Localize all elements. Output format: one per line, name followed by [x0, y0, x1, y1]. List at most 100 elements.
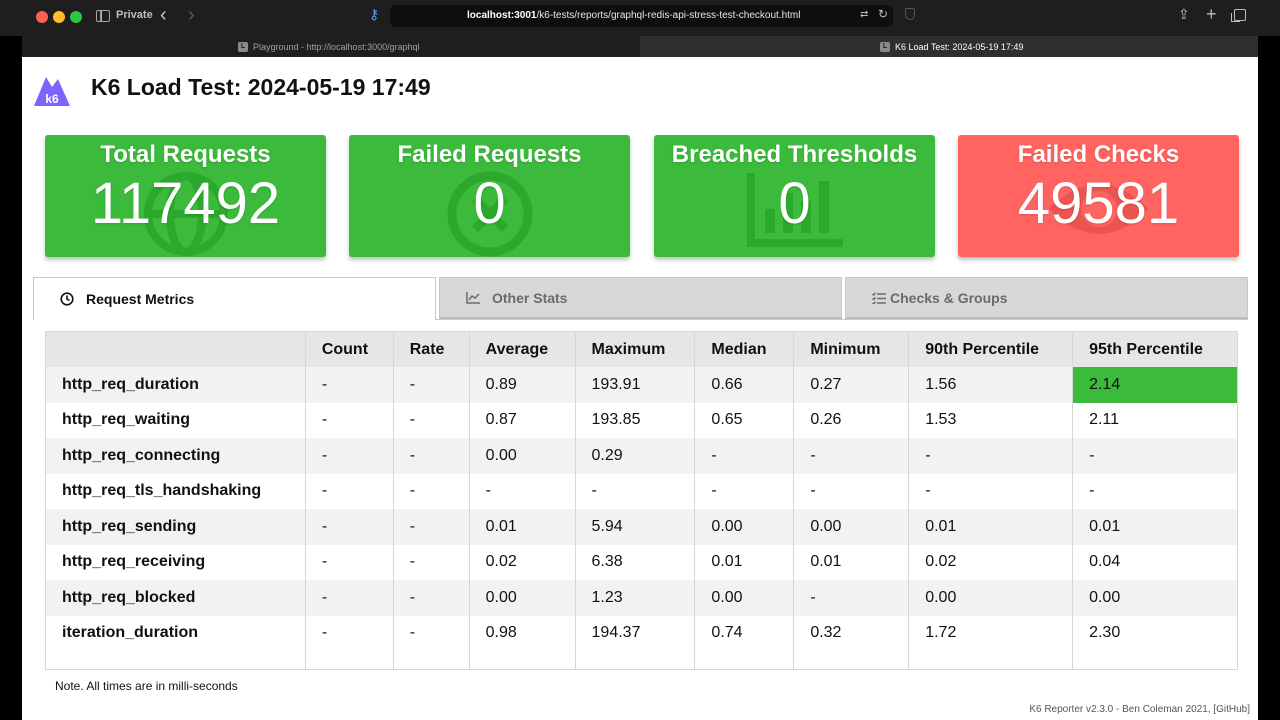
browser-tab-title: K6 Load Test: 2024-05-19 17:49	[895, 41, 1024, 52]
metric-value-cell: 0.02	[908, 544, 1074, 580]
tab-label: Request Metrics	[86, 291, 195, 307]
table-spacer-row	[45, 651, 1238, 670]
svg-text:k6: k6	[45, 92, 59, 106]
metric-value-cell: -	[305, 544, 394, 580]
metric-name-cell: http_req_receiving	[45, 544, 306, 580]
page-title: K6 Load Test: 2024-05-19 17:49	[91, 74, 431, 100]
reporter-footer[interactable]: K6 Reporter v2.3.0 - Ben Coleman 2021, […	[1029, 704, 1250, 715]
favicon-icon: L	[238, 41, 248, 52]
metric-value-cell: -	[305, 580, 394, 616]
spacer-cell	[575, 651, 696, 670]
spacer-cell	[793, 651, 910, 670]
table-row: http_req_waiting - -0.87 193.85 0.65 0.26 1.53…	[45, 402, 1238, 438]
column-header[interactable]	[45, 331, 306, 367]
minimize-window-button[interactable]	[53, 11, 65, 23]
metric-value-cell: 0.26	[793, 402, 910, 438]
failed-requests-card: Failed Requests 0	[349, 135, 630, 257]
metric-value-cell: 194.37	[575, 615, 696, 651]
metric-value-cell: -	[793, 473, 910, 509]
spacer-cell	[1072, 651, 1238, 670]
browser-tab-strip: L Playground - http://localhost:3000/gra…	[22, 36, 1258, 57]
metric-value-cell: -	[908, 438, 1074, 474]
card-value: 0	[778, 171, 811, 236]
back-arrow-icon[interactable]: ‹	[160, 4, 167, 26]
metric-value-cell: 0.00	[694, 580, 795, 616]
column-header[interactable]: 90th Percentile	[908, 331, 1074, 367]
shield-icon[interactable]	[905, 8, 915, 20]
favicon-icon: L	[880, 41, 890, 52]
column-header[interactable]: Median	[694, 331, 795, 367]
k6-logo: k6	[34, 77, 70, 106]
forward-arrow-icon[interactable]: ›	[188, 4, 195, 26]
list-check-icon	[872, 291, 886, 304]
metric-value-cell: 0.01	[694, 544, 795, 580]
address-bar-url[interactable]: localhost:3001/k6-tests/reports/graphql-…	[467, 10, 800, 21]
metric-value-cell: -	[694, 473, 795, 509]
metric-value-cell: 5.94	[575, 509, 696, 545]
metric-value-cell: -	[305, 509, 394, 545]
card-label: Total Requests	[100, 141, 271, 168]
tab-label: Other Stats	[492, 289, 568, 306]
sidebar-toggle-icon[interactable]	[96, 10, 110, 22]
card-label: Failed Checks	[1017, 141, 1180, 168]
metric-name-cell: http_req_sending	[45, 509, 306, 545]
reload-icon[interactable]: ↻	[878, 7, 888, 21]
metric-value-cell: 0.89	[469, 367, 576, 403]
browser-tab-k6-report[interactable]: L K6 Load Test: 2024-05-19 17:49	[640, 36, 1258, 57]
metric-value-cell: -	[393, 509, 470, 545]
table-row: http_req_receiving - -0.02 6.38 0.01 0.01 0.02…	[45, 544, 1238, 580]
metric-value-cell: 193.85	[575, 402, 696, 438]
metric-value-cell: -	[694, 438, 795, 474]
new-tab-icon[interactable]: +	[1206, 4, 1217, 25]
column-header[interactable]: 95th Percentile	[1072, 331, 1238, 367]
tab-other-stats[interactable]: Other Stats	[439, 277, 842, 319]
card-label: Failed Requests	[397, 141, 582, 168]
column-header[interactable]: Count	[305, 331, 394, 367]
column-header[interactable]: Rate	[393, 331, 470, 367]
translate-icon[interactable]: ⇄	[860, 9, 868, 20]
metric-value-cell: 0.01	[793, 544, 910, 580]
metric-value-cell: -	[908, 473, 1074, 509]
request-metrics-table: Count Rate Average Maximum Median Minimu…	[45, 331, 1238, 670]
column-header[interactable]: Minimum	[793, 331, 910, 367]
share-icon[interactable]: ⇪	[1178, 6, 1190, 23]
tab-overview-icon[interactable]	[1231, 9, 1246, 22]
metric-value-cell: -	[305, 402, 394, 438]
tab-request-metrics[interactable]: Request Metrics	[33, 277, 436, 320]
column-header[interactable]: Maximum	[575, 331, 696, 367]
metric-value-cell: 0.00	[908, 580, 1074, 616]
table-row: http_req_blocked - -0.00 1.23 0.00-0.00 0.00	[45, 580, 1238, 616]
metric-value-cell: 0.27	[793, 367, 910, 403]
metric-value-cell: -	[305, 615, 394, 651]
table-row: http_req_connecting - -0.00 0.29- - - -	[45, 438, 1238, 474]
metric-value-cell: 0.04	[1072, 544, 1238, 580]
report-page: k6 K6 Load Test: 2024-05-19 17:49 Total …	[22, 57, 1258, 720]
metric-value-cell: -	[393, 580, 470, 616]
failed-checks-card: Failed Checks 49581	[958, 135, 1239, 257]
spacer-cell	[694, 651, 795, 670]
tab-checks-groups[interactable]: Checks & Groups	[845, 277, 1248, 319]
metric-value-cell: 6.38	[575, 544, 696, 580]
table-row: http_req_tls_handshaking - - - - - - - -	[45, 473, 1238, 509]
table-header-row: Count Rate Average Maximum Median Minimu…	[45, 331, 1238, 367]
spacer-cell	[908, 651, 1074, 670]
key-icon[interactable]: ⚷	[369, 6, 379, 23]
metric-name-cell: http_req_tls_handshaking	[45, 473, 306, 509]
table-row: http_req_sending - -0.01 5.94 0.00 0.00 0.01 0.…	[45, 509, 1238, 545]
metric-value-cell: -	[575, 473, 696, 509]
spacer-cell	[305, 651, 394, 670]
units-note: Note. All times are in milli-seconds	[55, 679, 238, 693]
metric-value-cell: 0.32	[793, 615, 910, 651]
column-header[interactable]: Average	[469, 331, 576, 367]
metric-value-cell: 0.00	[694, 509, 795, 545]
card-label: Breached Thresholds	[671, 141, 918, 168]
metric-value-cell: -	[393, 544, 470, 580]
zoom-window-button[interactable]	[70, 11, 82, 23]
metric-value-cell: -	[393, 473, 470, 509]
metric-value-cell: 0.01	[469, 509, 576, 545]
metric-value-cell: -	[793, 580, 910, 616]
close-window-button[interactable]	[36, 11, 48, 23]
metric-value-cell: -	[393, 615, 470, 651]
metric-value-cell: 0.02	[469, 544, 576, 580]
browser-tab-playground[interactable]: L Playground - http://localhost:3000/gra…	[22, 36, 640, 57]
